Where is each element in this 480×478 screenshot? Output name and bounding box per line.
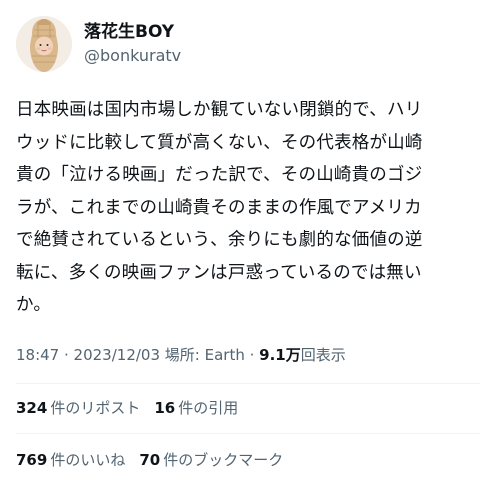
tweet-detail: 落花生BOY @bonkuratv 日本映画は国内市場しか観ていない閉鎖的で、ハ… [0,0,480,478]
author-display-name[interactable]: 落花生BOY [84,21,181,43]
tweet-text: 日本映画は国内市場しか観ていない閉鎖的で、ハリ ウッドに比較して質が高くない、そ… [16,94,466,322]
likes-label: 件のいいね [50,451,126,469]
quotes-stat[interactable]: 16 件の引用 [154,398,238,418]
views-count: 9.1万 [259,346,301,364]
tweet-text-line: ラが、これまでの山崎貴そのままの作風でアメリカ [16,197,422,218]
likes-stat[interactable]: 769 件のいいね [16,450,125,470]
tweet-text-line: で絶賛されているという、余りにも劇的な価値の逆 [16,230,423,250]
tweet-time[interactable]: 18:47 [16,346,59,364]
tweet-text-line: 日本映画は国内市場しか観ていない閉鎖的で、ハリ [16,100,423,120]
tweet-text-line: か。 [16,295,52,315]
reposts-label: 件のリポスト [50,399,141,417]
reposts-stat[interactable]: 324 件のリポスト [16,398,140,418]
meta-separator: · [59,346,74,364]
stats-row-likes: 769 件のいいね 70 件のブックマーク [16,450,297,470]
views-label: 回表示 [300,346,346,364]
tweet-header: 落花生BOY @bonkuratv [16,14,181,74]
divider [16,433,480,434]
bookmarks-count: 70 [139,451,161,469]
quotes-label: 件の引用 [178,399,239,417]
bookmarks-label: 件のブックマーク [163,451,284,469]
quotes-count: 16 [154,399,176,417]
tweet-text-line: 貴の「泣ける映画」だった訳で、その山崎貴のゴジ [16,165,423,185]
tweet-meta: 18:47 · 2023/12/03 場所: Earth · 9.1万回表示 [16,345,346,365]
stats-row-reposts: 324 件のリポスト 16 件の引用 [16,398,252,418]
tweet-date[interactable]: 2023/12/03 [74,346,160,364]
likes-count: 769 [16,451,48,469]
reposts-count: 324 [16,399,48,417]
tweet-text-line: 転に、多くの映画ファンは戸惑っているのでは無い [16,262,422,283]
divider [16,383,480,384]
baby-in-peanut-hood-avatar-icon [16,16,72,72]
meta-separator: · [244,346,260,364]
tweet-text-line: ウッドに比較して質が高くない、その代表格が山崎 [16,132,423,153]
author-handle[interactable]: @bonkuratv [84,45,181,67]
author-names: 落花生BOY @bonkuratv [84,21,181,67]
bookmarks-stat[interactable]: 70 件のブックマーク [139,450,283,470]
tweet-location: 場所: Earth [160,346,245,364]
avatar[interactable] [16,16,72,72]
